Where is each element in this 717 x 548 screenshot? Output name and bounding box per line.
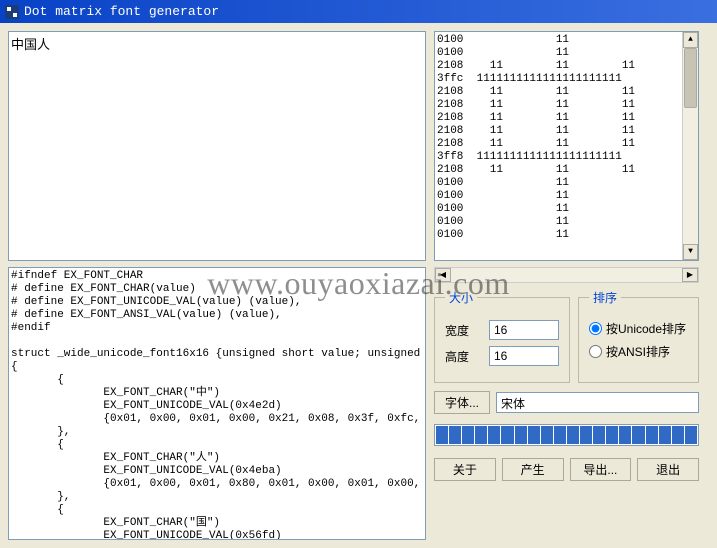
progress-segment (436, 426, 448, 444)
window-titlebar: Dot matrix font generator (0, 0, 717, 23)
exit-button[interactable]: 退出 (637, 458, 699, 481)
progress-segment (475, 426, 487, 444)
font-button[interactable]: 字体... (434, 391, 490, 414)
progress-bar (434, 424, 699, 446)
progress-segment (462, 426, 474, 444)
scroll-thumb[interactable] (684, 48, 697, 108)
progress-segment (449, 426, 461, 444)
height-label: 高度 (445, 348, 481, 365)
scroll-up-icon[interactable]: ▲ (683, 32, 698, 48)
code-output[interactable]: #ifndef EX_FONT_CHAR # define EX_FONT_CH… (8, 267, 426, 540)
sort-ansi-option[interactable]: 按ANSI排序 (589, 343, 670, 360)
export-button[interactable]: 导出... (570, 458, 632, 481)
sort-unicode-label: 按Unicode排序 (606, 320, 686, 337)
progress-segment (488, 426, 500, 444)
content-area: 中国人 #ifndef EX_FONT_CHAR # define EX_FON… (0, 23, 717, 548)
input-textarea[interactable]: 中国人 (8, 31, 426, 261)
progress-segment (672, 426, 684, 444)
sort-unicode-radio[interactable] (589, 322, 602, 335)
window-title: Dot matrix font generator (24, 4, 219, 19)
progress-segment (528, 426, 540, 444)
scrollbar-horizontal[interactable]: ◀ ▶ (434, 267, 699, 283)
scroll-down-icon[interactable]: ▼ (683, 244, 698, 260)
progress-segment (619, 426, 631, 444)
scroll-left-icon[interactable]: ◀ (435, 268, 451, 282)
generate-button[interactable]: 产生 (502, 458, 564, 481)
size-legend: 大小 (445, 289, 477, 306)
progress-segment (541, 426, 553, 444)
progress-segment (554, 426, 566, 444)
about-button[interactable]: 关于 (434, 458, 496, 481)
progress-segment (646, 426, 658, 444)
sort-ansi-radio[interactable] (589, 345, 602, 358)
font-name-display: 宋体 (496, 392, 699, 413)
sort-legend: 排序 (589, 289, 621, 306)
width-label: 宽度 (445, 322, 481, 339)
progress-segment (659, 426, 671, 444)
size-fieldset: 大小 宽度 高度 (434, 289, 570, 383)
height-input[interactable] (489, 346, 559, 366)
progress-segment (567, 426, 579, 444)
scroll-right-icon[interactable]: ▶ (682, 268, 698, 282)
progress-segment (606, 426, 618, 444)
sort-unicode-option[interactable]: 按Unicode排序 (589, 320, 686, 337)
app-icon (4, 4, 20, 20)
input-text-content: 中国人 (11, 38, 50, 53)
hex-preview[interactable]: 0100 110100 112108 11 11 113ffc 11111111… (434, 31, 699, 261)
scrollbar-vertical[interactable]: ▲ ▼ (682, 32, 698, 260)
progress-segment (580, 426, 592, 444)
progress-segment (685, 426, 697, 444)
sort-ansi-label: 按ANSI排序 (606, 343, 670, 360)
width-input[interactable] (489, 320, 559, 340)
progress-segment (515, 426, 527, 444)
progress-segment (501, 426, 513, 444)
sort-fieldset: 排序 按Unicode排序 按ANSI排序 (578, 289, 699, 383)
progress-segment (593, 426, 605, 444)
progress-segment (632, 426, 644, 444)
